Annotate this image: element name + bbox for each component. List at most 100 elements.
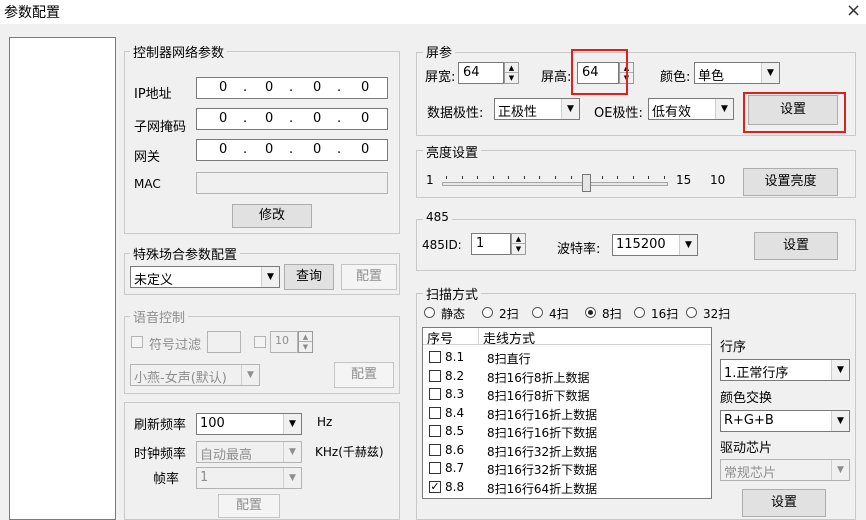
refresh-rate-select[interactable]: 100 ▼ bbox=[196, 413, 302, 435]
driver-chip-select[interactable]: 常规芯片 ▼ bbox=[720, 459, 850, 481]
list-item[interactable]: 8.5 8扫16行16折下数据 bbox=[423, 424, 703, 440]
screen-width-spinner[interactable]: ▲ ▼ bbox=[504, 62, 519, 84]
row-number: 8.4 bbox=[445, 405, 465, 420]
screen-height-input[interactable]: 64 bbox=[577, 62, 619, 84]
oe-polarity-select[interactable]: 低有效 ▼ bbox=[648, 98, 734, 120]
row-checkbox[interactable] bbox=[429, 388, 441, 400]
close-icon[interactable]: × bbox=[846, 0, 861, 21]
rs485-set-button[interactable]: 设置 bbox=[754, 232, 838, 260]
screen-height-spinner[interactable]: ▲ ▼ bbox=[619, 62, 634, 84]
subnet-mask-input[interactable]: 0. 0. 0. 0 bbox=[196, 108, 388, 130]
scan-mode-label-32: 32扫 bbox=[703, 307, 731, 321]
number-checkbox[interactable] bbox=[254, 336, 266, 348]
number-input[interactable]: 10 bbox=[270, 331, 298, 353]
voice-config-button: 配置 bbox=[334, 362, 394, 388]
rs485-id-input[interactable]: 1 bbox=[471, 233, 511, 255]
symbol-filter-checkbox[interactable] bbox=[131, 336, 143, 348]
scan-mode-label-2: 2扫 bbox=[499, 307, 519, 321]
row-method: 8扫16行8折上数据 bbox=[487, 370, 590, 385]
special-group-title: 特殊场合参数配置 bbox=[130, 244, 241, 263]
color-label: 颜色: bbox=[660, 70, 691, 85]
special-scene-select[interactable]: 未定义 ▼ bbox=[130, 266, 280, 288]
screen-height-label: 屏高: bbox=[541, 70, 572, 85]
color-select[interactable]: 单色 ▼ bbox=[694, 62, 780, 84]
scan-mode-radio-32[interactable] bbox=[686, 307, 697, 318]
row-number: 8.1 bbox=[445, 350, 465, 364]
clock-rate-select[interactable]: 自动最高 ▼ bbox=[196, 441, 302, 463]
row-method: 8扫16行16折下数据 bbox=[487, 426, 598, 440]
row-checkbox[interactable]: ✓ bbox=[429, 480, 441, 493]
gateway-input[interactable]: 0. 0. 0. 0 bbox=[196, 139, 388, 161]
refresh-rate-label: 刷新频率 bbox=[134, 418, 187, 433]
rs485-id-spinner[interactable]: ▲ ▼ bbox=[511, 233, 526, 255]
row-method: 8扫16行8折下数据 bbox=[487, 389, 590, 403]
slider-tick bbox=[648, 176, 650, 179]
row-checkbox[interactable] bbox=[429, 425, 441, 437]
column-header-no: 序号 bbox=[423, 328, 479, 347]
scan-mode-radio-static[interactable] bbox=[424, 307, 435, 318]
ip-address-input[interactable]: 0. 0. 0. 0 bbox=[196, 77, 388, 99]
rs485-group-title: 485 bbox=[423, 210, 452, 224]
clock-rate-label: 时钟频率 bbox=[134, 447, 187, 462]
brightness-track[interactable] bbox=[442, 182, 668, 186]
row-number: 8.3 bbox=[445, 387, 465, 401]
row-method: 8扫16行16折上数据 bbox=[487, 407, 598, 422]
frame-rate-select[interactable]: 1 ▼ bbox=[196, 467, 302, 489]
screen-width-label: 屏宽: bbox=[425, 70, 456, 85]
data-polarity-select[interactable]: 正极性 ▼ bbox=[494, 98, 580, 120]
query-button[interactable]: 查询 bbox=[284, 264, 334, 290]
oe-polarity-label: OE极性: bbox=[594, 106, 643, 121]
symbol-filter-label: 符号过滤 bbox=[149, 338, 202, 353]
scan-mode-radio-2[interactable] bbox=[482, 307, 493, 318]
row-method: 8扫16行32折上数据 bbox=[487, 444, 598, 459]
scan-mode-radio-8[interactable] bbox=[585, 307, 596, 318]
scan-mode-label-4: 4扫 bbox=[549, 307, 569, 321]
window-title: 参数配置 bbox=[4, 5, 60, 21]
scan-method-list[interactable]: 序号 走线方式 8.1 8扫直行 8.2 8扫16行8折上数据 8.3 8扫16行8折下数… bbox=[422, 327, 712, 499]
screen-set-button[interactable]: 设置 bbox=[748, 95, 838, 125]
network-group-title: 控制器网络参数 bbox=[130, 42, 228, 61]
row-checkbox[interactable] bbox=[429, 443, 441, 456]
list-item[interactable]: 8.7 8扫16行32折下数据 bbox=[423, 461, 703, 477]
chevron-down-icon: ▼ bbox=[283, 414, 301, 434]
scan-mode-radio-4[interactable] bbox=[532, 307, 543, 318]
row-checkbox[interactable] bbox=[429, 351, 441, 363]
scan-set-button[interactable]: 设置 bbox=[742, 489, 826, 517]
list-item[interactable]: ✓ 8.8 8扫16行64折上数据 bbox=[423, 480, 703, 496]
baud-rate-select[interactable]: 115200 ▼ bbox=[612, 234, 698, 256]
color-swap-select[interactable]: R+G+B ▼ bbox=[720, 410, 850, 432]
row-order-select[interactable]: 1.正常行序 ▼ bbox=[720, 359, 850, 381]
list-item[interactable]: 8.2 8扫16行8折上数据 bbox=[423, 369, 703, 385]
set-brightness-button[interactable]: 设置亮度 bbox=[743, 168, 838, 196]
controller-list[interactable] bbox=[9, 37, 116, 520]
scan-mode-label-static: 静态 bbox=[441, 307, 466, 321]
list-item[interactable]: 8.1 8扫直行 bbox=[423, 350, 703, 366]
row-checkbox[interactable] bbox=[429, 406, 441, 419]
chevron-down-icon: ▼ bbox=[561, 99, 579, 119]
chevron-down-icon: ▼ bbox=[261, 267, 279, 287]
brightness-slider-thumb[interactable] bbox=[582, 174, 592, 192]
row-number: 8.5 bbox=[445, 424, 465, 438]
row-checkbox[interactable] bbox=[429, 462, 441, 474]
list-item[interactable]: 8.6 8扫16行32折上数据 bbox=[423, 443, 703, 459]
scan-mode-radio-16[interactable] bbox=[634, 307, 645, 318]
row-method: 8扫直行 bbox=[487, 352, 531, 366]
scan-group-title: 扫描方式 bbox=[423, 284, 482, 303]
slider-tick bbox=[570, 176, 572, 179]
modify-button[interactable]: 修改 bbox=[232, 204, 312, 228]
symbol-filter-input[interactable] bbox=[207, 331, 241, 353]
row-order-label: 行序 bbox=[720, 340, 747, 355]
slider-tick bbox=[539, 176, 541, 179]
brightness-group-title: 亮度设置 bbox=[423, 142, 482, 161]
rs485-id-label: 485ID: bbox=[422, 238, 462, 252]
number-spinner[interactable]: ▲ ▼ bbox=[298, 331, 313, 353]
row-checkbox[interactable] bbox=[429, 369, 441, 382]
voice-select[interactable]: 小燕-女声(默认) ▼ bbox=[130, 364, 260, 386]
color-swap-label: 颜色交换 bbox=[720, 391, 773, 406]
mask-label: 子网掩码 bbox=[134, 120, 187, 135]
list-item[interactable]: 8.4 8扫16行16折上数据 bbox=[423, 406, 703, 422]
frame-rate-label: 帧率 bbox=[153, 472, 180, 487]
screen-width-input[interactable]: 64 bbox=[458, 62, 504, 84]
list-item[interactable]: 8.3 8扫16行8折下数据 bbox=[423, 387, 703, 403]
row-number: 8.2 bbox=[445, 368, 465, 383]
